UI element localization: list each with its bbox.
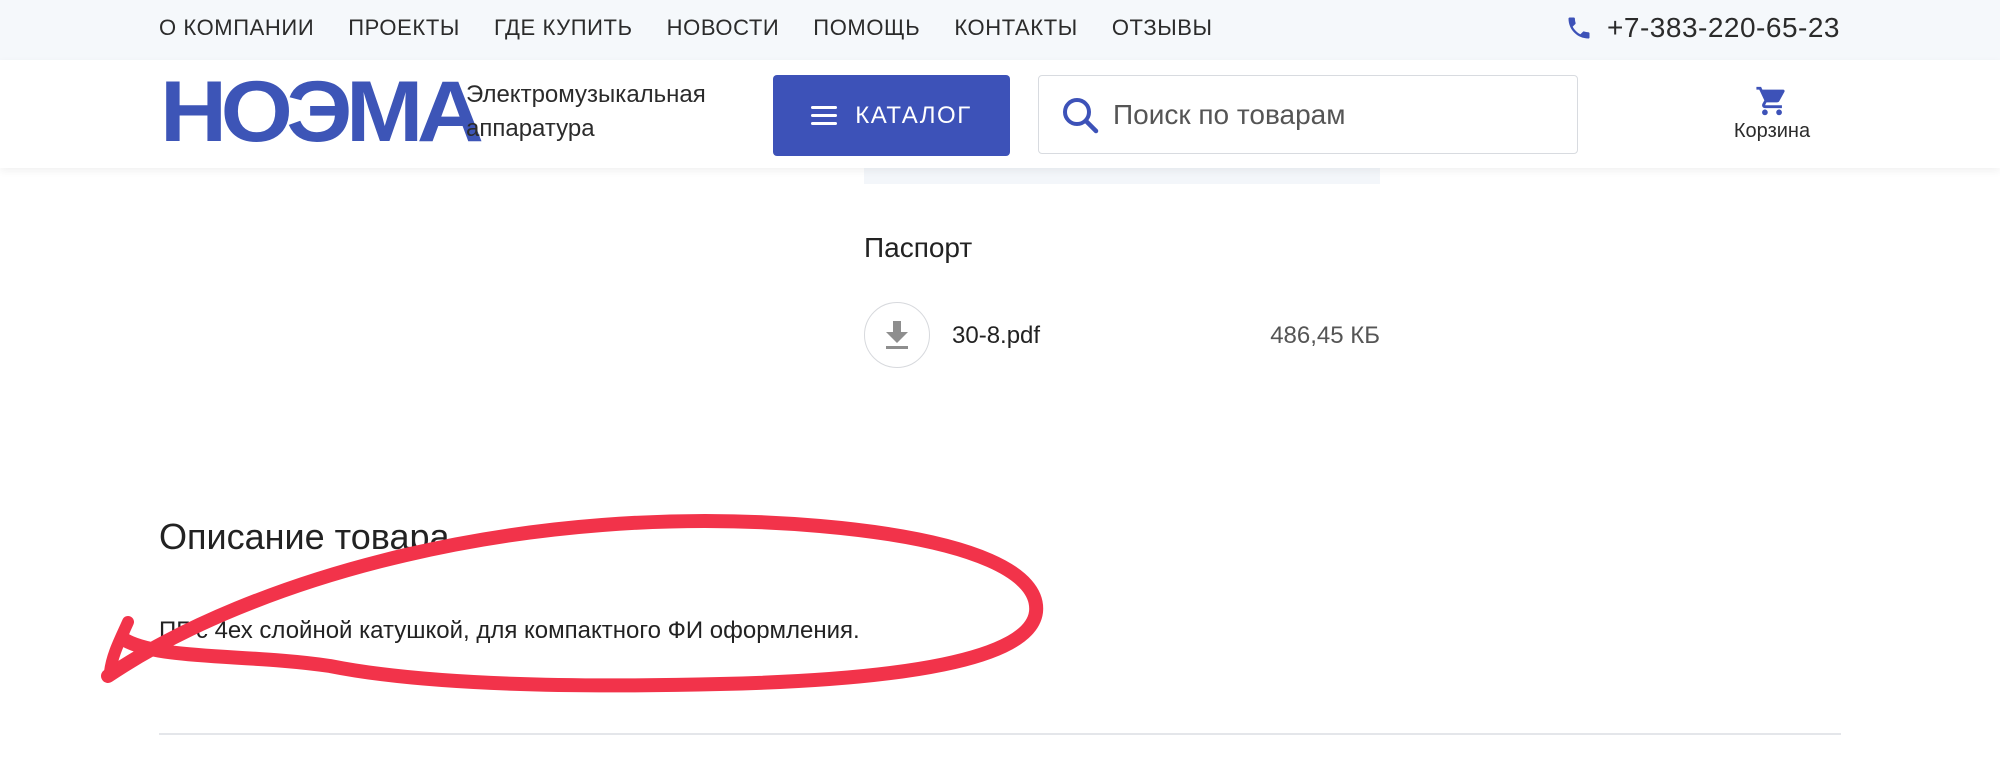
cart-button[interactable]: Корзина — [1722, 84, 1822, 143]
download-icon — [886, 321, 908, 349]
tagline: Электромузыкальная аппаратура — [466, 78, 726, 146]
top-bar: О КОМПАНИИ ПРОЕКТЫ ГДЕ КУПИТЬ НОВОСТИ ПО… — [0, 0, 2000, 60]
search-icon[interactable] — [1061, 96, 1099, 134]
phone-link[interactable]: +7-383-220-65-23 — [1565, 0, 1840, 56]
top-nav: О КОМПАНИИ ПРОЕКТЫ ГДЕ КУПИТЬ НОВОСТИ ПО… — [159, 0, 1247, 56]
logo[interactable]: НОЭМА — [160, 69, 484, 155]
search-input[interactable] — [1111, 92, 1555, 138]
nav-item-where-to-buy[interactable]: ГДЕ КУПИТЬ — [494, 15, 633, 41]
nav-item-projects[interactable]: ПРОЕКТЫ — [348, 15, 460, 41]
description-text: ПГ с 4ех слойной катушкой, для компактно… — [159, 617, 860, 644]
tagline-line-2: аппаратура — [466, 115, 595, 142]
logo-wordmark: НОЭМА — [160, 64, 484, 160]
catalog-button[interactable]: КАТАЛОГ — [773, 75, 1010, 156]
documents-section-title: Паспорт — [864, 232, 973, 263]
nav-item-news[interactable]: НОВОСТИ — [667, 15, 780, 41]
cart-label: Корзина — [1733, 120, 1811, 142]
menu-icon — [811, 105, 838, 126]
file-name-link[interactable]: 30-8.pdf — [952, 322, 1040, 350]
file-row: 30-8.pdf 486,45 КБ — [864, 302, 1380, 370]
description-title: Описание товара — [159, 516, 450, 557]
phone-number: +7-383-220-65-23 — [1607, 12, 1840, 43]
divider — [159, 733, 1841, 735]
nav-item-contacts[interactable]: КОНТАКТЫ — [954, 15, 1077, 41]
cart-icon — [1756, 86, 1785, 116]
tagline-line-1: Электромузыкальная — [466, 81, 706, 108]
panel-strip — [864, 168, 1380, 184]
phone-icon — [1568, 17, 1590, 39]
download-button[interactable] — [864, 302, 930, 368]
file-size: 486,45 КБ — [1270, 322, 1380, 349]
search-box — [1038, 75, 1578, 154]
site-header: НОЭМА Электромузыкальная аппаратура КАТА… — [0, 60, 2000, 168]
nav-item-about[interactable]: О КОМПАНИИ — [159, 15, 314, 41]
catalog-button-label: КАТАЛОГ — [855, 101, 972, 129]
nav-item-reviews[interactable]: ОТЗЫВЫ — [1112, 15, 1213, 41]
nav-item-help[interactable]: ПОМОЩЬ — [813, 15, 920, 41]
